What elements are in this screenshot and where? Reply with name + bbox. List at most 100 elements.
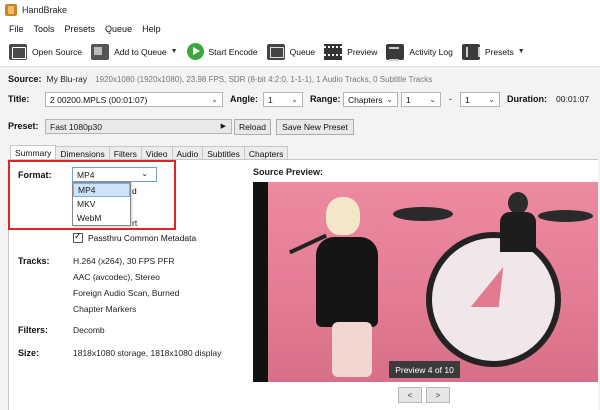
range-end-select[interactable]: 1 ⌄ xyxy=(460,92,500,107)
preset-select-value: Fast 1080p30 xyxy=(50,121,102,132)
open-source-label: Open Source xyxy=(32,46,83,57)
film-strip-icon xyxy=(324,43,343,60)
chevron-down-icon: ⌄ xyxy=(211,95,218,104)
add-to-queue-dropdown-icon[interactable]: ▼ xyxy=(171,48,178,55)
presets-dropdown-icon[interactable]: ▼ xyxy=(518,48,525,55)
window-title: HandBrake xyxy=(22,5,68,15)
range-separator: - xyxy=(449,94,452,104)
range-mode-select[interactable]: Chapters ⌄ xyxy=(343,92,398,107)
activity-log-icon xyxy=(386,43,405,61)
preset-row: Preset: Fast 1080p30 ▶ Reload Save New P… xyxy=(8,119,598,135)
activity-log-button[interactable]: Activity Log xyxy=(383,40,458,64)
singer-legs-shape xyxy=(332,322,372,377)
drummer-head-shape xyxy=(508,192,528,214)
filters-value: Decomb xyxy=(73,325,105,335)
angle-select-value: 1 xyxy=(268,94,273,105)
range-start-value: 1 xyxy=(406,94,411,105)
chevron-down-icon: ⌄ xyxy=(386,95,393,104)
menu-file[interactable]: File xyxy=(4,24,29,34)
filters-label: Filters: xyxy=(18,325,49,335)
range-mode-value: Chapters xyxy=(348,94,383,105)
tab-dimensions[interactable]: Dimensions xyxy=(55,146,110,160)
track-item: AAC (avcodec), Stereo xyxy=(73,272,160,282)
tab-subtitles[interactable]: Subtitles xyxy=(202,146,245,160)
queue-label: Queue xyxy=(289,46,316,57)
source-name: My Blu-ray xyxy=(46,74,88,84)
chevron-down-icon: ⌄ xyxy=(429,95,436,104)
menu-presets[interactable]: Presets xyxy=(60,24,101,34)
tab-summary[interactable]: Summary xyxy=(10,145,57,160)
title-row: Title: 2 00200.MPLS (00:01:07) ⌄ Angle: … xyxy=(8,92,598,108)
open-source-icon xyxy=(9,43,27,60)
tab-video[interactable]: Video xyxy=(140,146,173,160)
presets-icon xyxy=(461,43,480,60)
queue-icon xyxy=(266,43,285,60)
preview-pager: Preview 4 of 10 xyxy=(389,361,460,378)
reload-button[interactable]: Reload xyxy=(234,119,271,135)
angle-select[interactable]: 1 ⌄ xyxy=(263,92,303,107)
title-select[interactable]: 2 00200.MPLS (00:01:07) ⌄ xyxy=(45,92,223,107)
handbrake-logo-icon xyxy=(5,4,17,16)
singer-jacket-shape xyxy=(316,237,378,327)
track-item: Foreign Audio Scan, Burned xyxy=(73,288,180,298)
chevron-down-icon: ⌄ xyxy=(291,95,298,104)
source-row: Source: My Blu-ray 1920x1080 (1920x1080)… xyxy=(8,72,598,86)
title-label: Title: xyxy=(8,94,30,104)
save-new-preset-button[interactable]: Save New Preset xyxy=(276,119,354,135)
presets-button[interactable]: Presets ▼ xyxy=(459,40,531,64)
next-preview-button[interactable]: > xyxy=(426,387,450,403)
tab-chapters[interactable]: Chapters xyxy=(243,146,289,160)
queue-button[interactable]: Queue xyxy=(264,40,322,64)
passthru-metadata-label: Passthru Common Metadata xyxy=(88,233,197,243)
passthru-metadata-checkbox-row[interactable]: Passthru Common Metadata xyxy=(73,231,197,243)
duration-value: 00:01:07 xyxy=(556,94,590,104)
activity-log-label: Activity Log xyxy=(409,46,453,57)
presets-label: Presets xyxy=(484,46,514,57)
toolbar: Open Source Add to Queue ▼ Start Encode … xyxy=(0,37,600,67)
menu-bar: File Tools Presets Queue Help xyxy=(0,20,600,37)
range-start-select[interactable]: 1 ⌄ xyxy=(401,92,441,107)
source-label: Source: xyxy=(8,74,42,84)
source-info: 1920x1080 (1920x1080), 23.98 FPS, SDR (8… xyxy=(95,74,433,84)
source-preview-image xyxy=(253,182,598,382)
singer-hair-shape xyxy=(326,197,360,235)
preset-select[interactable]: Fast 1080p30 ▶ xyxy=(45,119,232,134)
obscured-checkbox-fragment-2: rt xyxy=(132,218,138,228)
open-source-button[interactable]: Open Source xyxy=(6,40,88,64)
menu-queue[interactable]: Queue xyxy=(100,24,137,34)
letterbox-band xyxy=(253,182,268,382)
source-preview-title: Source Preview: xyxy=(253,167,324,177)
cymbal-shape xyxy=(393,207,453,221)
previous-preview-button[interactable]: < xyxy=(398,387,422,403)
menu-tools[interactable]: Tools xyxy=(29,24,60,34)
chevron-right-icon: ▶ xyxy=(220,123,226,130)
preview-scene xyxy=(268,182,598,382)
range-label: Range: xyxy=(310,94,341,104)
passthru-metadata-checkbox[interactable] xyxy=(73,231,83,243)
range-end-value: 1 xyxy=(465,94,470,105)
start-encode-label: Start Encode xyxy=(208,46,258,57)
obscured-checkbox-fragment-1: d xyxy=(132,186,137,196)
track-item: Chapter Markers xyxy=(73,304,137,314)
chevron-down-icon: ⌄ xyxy=(488,95,495,104)
tab-filters[interactable]: Filters xyxy=(108,146,142,160)
cymbal-shape xyxy=(538,210,593,222)
add-to-queue-label: Add to Queue xyxy=(114,46,167,57)
add-to-queue-icon xyxy=(91,43,110,60)
track-item: H.264 (x264), 30 FPS PFR xyxy=(73,256,175,266)
size-value: 1818x1080 storage, 1818x1080 display xyxy=(73,348,222,358)
preset-label: Preset: xyxy=(8,121,39,131)
tab-audio[interactable]: Audio xyxy=(171,146,204,160)
start-encode-button[interactable]: Start Encode xyxy=(184,40,264,64)
tracks-label: Tracks: xyxy=(18,256,50,266)
highlight-annotation-box xyxy=(8,160,176,230)
angle-label: Angle: xyxy=(230,94,258,104)
title-bar: HandBrake xyxy=(0,0,600,20)
title-select-value: 2 00200.MPLS (00:01:07) xyxy=(50,94,148,105)
add-to-queue-button[interactable]: Add to Queue ▼ xyxy=(88,40,183,64)
preview-label: Preview xyxy=(347,46,378,57)
size-label: Size: xyxy=(18,348,40,358)
menu-help[interactable]: Help xyxy=(137,24,166,34)
preview-button[interactable]: Preview xyxy=(321,40,383,64)
drummer-body-shape xyxy=(500,212,536,252)
